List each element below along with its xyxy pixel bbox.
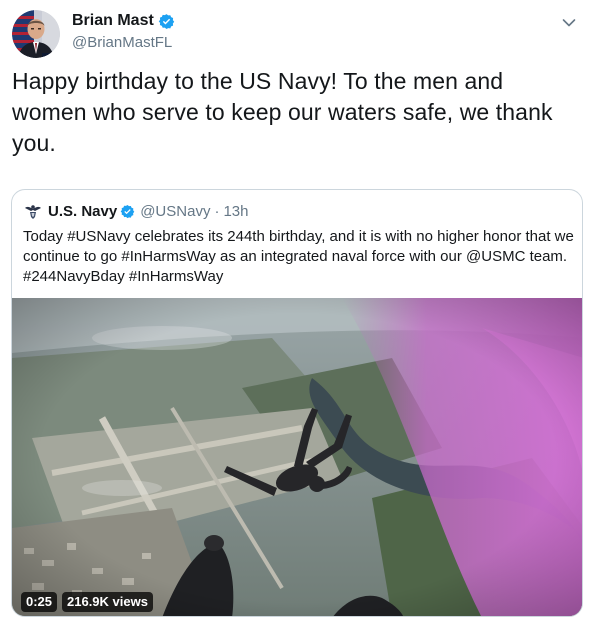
video-duration-badge: 0:25 bbox=[21, 592, 58, 612]
chevron-down-icon[interactable] bbox=[560, 14, 578, 32]
video-player[interactable]: 0:25 216.9K views bbox=[12, 298, 582, 616]
tweet-text: Happy birthday to the US Navy! To the me… bbox=[12, 68, 553, 156]
verified-badge-icon bbox=[120, 204, 135, 219]
verified-badge-icon bbox=[158, 13, 175, 30]
tweet: Brian Mast @BrianMastFL Happy birthday t… bbox=[0, 0, 593, 620]
quoted-tweet[interactable]: U.S. Navy @USNavy · 13h Today #USNavy ce… bbox=[11, 189, 583, 617]
avatar[interactable] bbox=[12, 10, 60, 58]
video-views-badge: 216.9K views bbox=[62, 592, 153, 612]
author-handle[interactable]: @BrianMastFL bbox=[72, 34, 172, 51]
quoted-timestamp: 13h bbox=[223, 202, 249, 220]
quoted-display-name: U.S. Navy bbox=[48, 202, 118, 220]
author-display-name[interactable]: Brian Mast bbox=[72, 12, 154, 30]
separator-dot: · bbox=[214, 202, 220, 220]
quoted-text: Today #USNavy celebrates its 244th birth… bbox=[23, 228, 574, 285]
tweet-header: Brian Mast @BrianMastFL bbox=[12, 10, 582, 58]
author-name-row: Brian Mast bbox=[72, 12, 175, 30]
navy-eagle-logo bbox=[23, 201, 43, 221]
quoted-handle: @USNavy bbox=[140, 202, 211, 220]
quoted-header: U.S. Navy @USNavy · 13h bbox=[23, 201, 248, 221]
